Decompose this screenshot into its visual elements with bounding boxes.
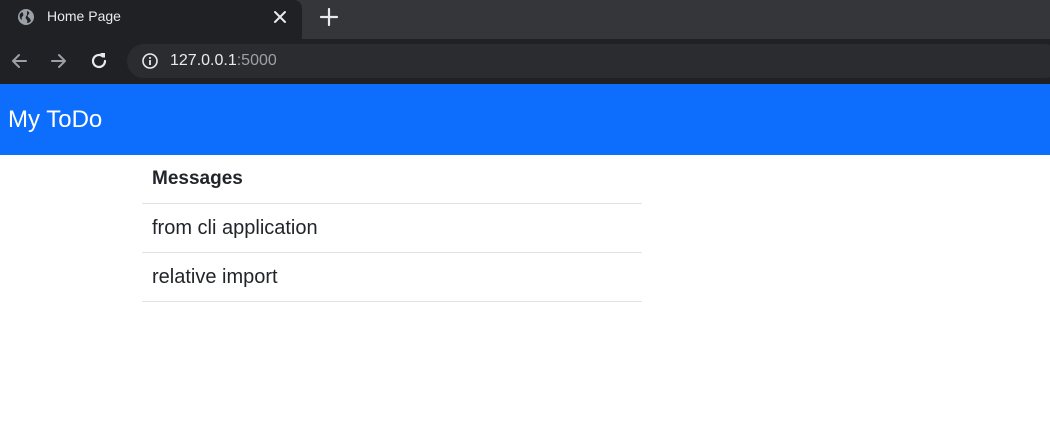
messages-table-container: Messages from cli application relative i…: [142, 155, 642, 302]
url-host: 127.0.0.1: [170, 52, 237, 69]
navbar-brand[interactable]: My ToDo: [8, 106, 102, 134]
table-row: from cli application: [142, 203, 642, 253]
column-header-messages: Messages: [142, 155, 642, 204]
url-port: :5000: [236, 52, 277, 69]
close-icon[interactable]: [272, 9, 288, 25]
tab-title: Home Page: [47, 8, 121, 24]
messages-table: Messages from cli application relative i…: [142, 155, 642, 302]
url-text[interactable]: 127.0.0.1:5000: [170, 52, 277, 70]
browser-toolbar: 127.0.0.1:5000: [0, 39, 1050, 84]
browser-tab[interactable]: Home Page: [0, 0, 302, 39]
globe-icon: [18, 9, 34, 25]
info-icon[interactable]: [141, 52, 159, 70]
table-row: relative import: [142, 252, 642, 302]
table-header-row: Messages: [142, 155, 642, 204]
app-navbar: My ToDo: [0, 84, 1050, 155]
message-cell: from cli application: [142, 203, 642, 253]
forward-arrow-icon[interactable]: [48, 50, 70, 72]
new-tab-plus-icon[interactable]: [319, 7, 339, 27]
browser-tabstrip: Home Page: [0, 0, 1050, 39]
back-arrow-icon[interactable]: [8, 50, 30, 72]
reload-icon[interactable]: [88, 50, 110, 72]
address-bar[interactable]: 127.0.0.1:5000: [127, 44, 1050, 78]
message-cell: relative import: [142, 252, 642, 302]
